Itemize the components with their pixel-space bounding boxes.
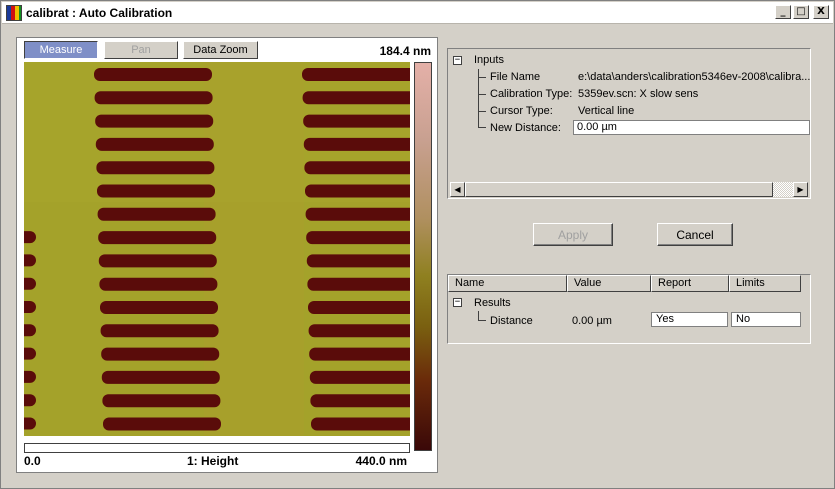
grating-stripe xyxy=(307,277,410,291)
limits-select[interactable]: No xyxy=(731,312,801,327)
grating-stripe-edge xyxy=(24,324,36,337)
close-button[interactable]: X xyxy=(813,5,829,19)
grating-stripe xyxy=(303,137,410,151)
grating-stripe xyxy=(97,207,216,221)
grating-stripe xyxy=(95,137,214,151)
calibration-type-label: Calibration Type: xyxy=(490,88,573,100)
tree-connector xyxy=(478,127,486,128)
results-header: Results xyxy=(474,297,511,309)
grating-stripe-edge xyxy=(24,347,36,360)
data-zoom-button[interactable]: Data Zoom xyxy=(183,41,258,59)
new-distance-input[interactable]: 0.00 µm xyxy=(573,120,810,135)
column-header-value[interactable]: Value xyxy=(567,275,651,292)
maximize-button[interactable]: □ xyxy=(793,5,809,19)
grating-stripe-edge xyxy=(24,417,36,430)
cancel-button[interactable]: Cancel xyxy=(657,223,733,246)
inputs-horizontal-scrollbar[interactable]: ◀ ▶ xyxy=(450,182,808,197)
report-select[interactable]: Yes xyxy=(651,312,728,327)
grating-stripe xyxy=(101,347,220,361)
new-distance-label: New Distance: xyxy=(490,122,561,134)
column-header-limits[interactable]: Limits xyxy=(729,275,801,292)
grating-stripe xyxy=(311,417,410,431)
grating-stripe xyxy=(302,68,410,81)
grating-stripe-edge xyxy=(24,277,36,290)
column-header-report[interactable]: Report xyxy=(651,275,729,292)
grating-stripe xyxy=(308,324,410,338)
grating-stripe xyxy=(95,114,214,128)
file-name-value[interactable]: e:\data\anders\calibration5346ev-2008\ca… xyxy=(578,69,810,85)
grating-stripe xyxy=(304,161,410,175)
grating-stripe xyxy=(302,91,410,105)
scroll-left-icon[interactable]: ◀ xyxy=(450,182,465,197)
title-bar[interactable]: calibrat : Auto Calibration _ □ X xyxy=(2,2,833,24)
pan-button[interactable]: Pan xyxy=(104,41,178,59)
app-icon xyxy=(6,4,22,21)
axis-min-label: 0.0 xyxy=(24,454,41,468)
grating-stripe xyxy=(310,394,410,408)
grating-stripe xyxy=(306,254,410,268)
grating-stripe xyxy=(98,231,217,245)
grating-stripe xyxy=(96,161,215,175)
grating-stripe xyxy=(102,394,221,408)
grating-stripe xyxy=(305,207,410,221)
afm-height-image[interactable] xyxy=(24,62,410,436)
file-name-label: File Name xyxy=(490,71,541,83)
grating-stripe xyxy=(100,324,219,338)
collapse-inputs-icon[interactable]: − xyxy=(453,56,462,65)
grating-stripe xyxy=(305,184,410,198)
minimize-button[interactable]: _ xyxy=(775,5,791,19)
column-header-name[interactable]: Name xyxy=(448,275,567,292)
cursor-type-value[interactable]: Vertical line xyxy=(578,103,634,119)
measure-button[interactable]: Measure xyxy=(24,41,98,59)
height-colorbar xyxy=(414,62,432,451)
grating-stripe xyxy=(98,254,217,268)
calibration-type-value[interactable]: 5359ev.scn: X slow sens xyxy=(578,86,698,102)
collapse-results-icon[interactable]: − xyxy=(453,298,462,307)
window-title: calibrat : Auto Calibration xyxy=(26,5,173,20)
grating-stripe xyxy=(94,91,213,105)
grating-stripe-edge xyxy=(24,394,36,407)
tree-connector xyxy=(478,111,486,112)
auto-calibration-window: calibrat : Auto Calibration _ □ X Measur… xyxy=(0,0,835,489)
grating-stripe xyxy=(99,277,218,291)
scale-max-label: 184.4 nm xyxy=(379,44,431,58)
inputs-tree: − Inputs File Name e:\data\anders\calibr… xyxy=(447,48,811,199)
tree-connector xyxy=(478,94,486,95)
grating-stripe-edge xyxy=(24,301,36,313)
grating-stripe xyxy=(103,417,221,431)
grating-stripe xyxy=(306,231,410,245)
tree-connector xyxy=(478,320,486,321)
scroll-track[interactable] xyxy=(465,182,793,197)
scroll-thumb[interactable] xyxy=(465,182,773,197)
grating-stripe xyxy=(308,301,410,314)
distance-result-name: Distance xyxy=(490,315,533,327)
channel-label: 1: Height xyxy=(187,454,239,468)
scroll-right-icon[interactable]: ▶ xyxy=(793,182,808,197)
grating-stripe xyxy=(303,114,410,128)
grating-stripe xyxy=(100,301,218,314)
results-grid: Name Value Report Limits − Results Dista… xyxy=(447,274,811,344)
grating-stripe-edge xyxy=(24,231,36,244)
horizontal-scale-bar xyxy=(24,443,410,453)
apply-button[interactable]: Apply xyxy=(533,223,613,246)
grating-stripe-edge xyxy=(24,254,36,267)
image-panel: Measure Pan Data Zoom 184.4 nm 0.0 1: He… xyxy=(16,37,438,473)
grating-stripe xyxy=(97,184,215,198)
grating-stripe xyxy=(309,370,410,384)
cursor-type-label: Cursor Type: xyxy=(490,105,553,117)
grating-stripe xyxy=(94,68,212,81)
distance-result-value: 0.00 µm xyxy=(572,315,612,327)
inputs-header: Inputs xyxy=(474,54,504,66)
axis-max-label: 440.0 nm xyxy=(355,454,407,468)
grating-stripe xyxy=(309,347,410,361)
grating-stripe xyxy=(101,370,220,384)
grating-stripe-edge xyxy=(24,370,36,383)
tree-connector xyxy=(478,77,486,78)
